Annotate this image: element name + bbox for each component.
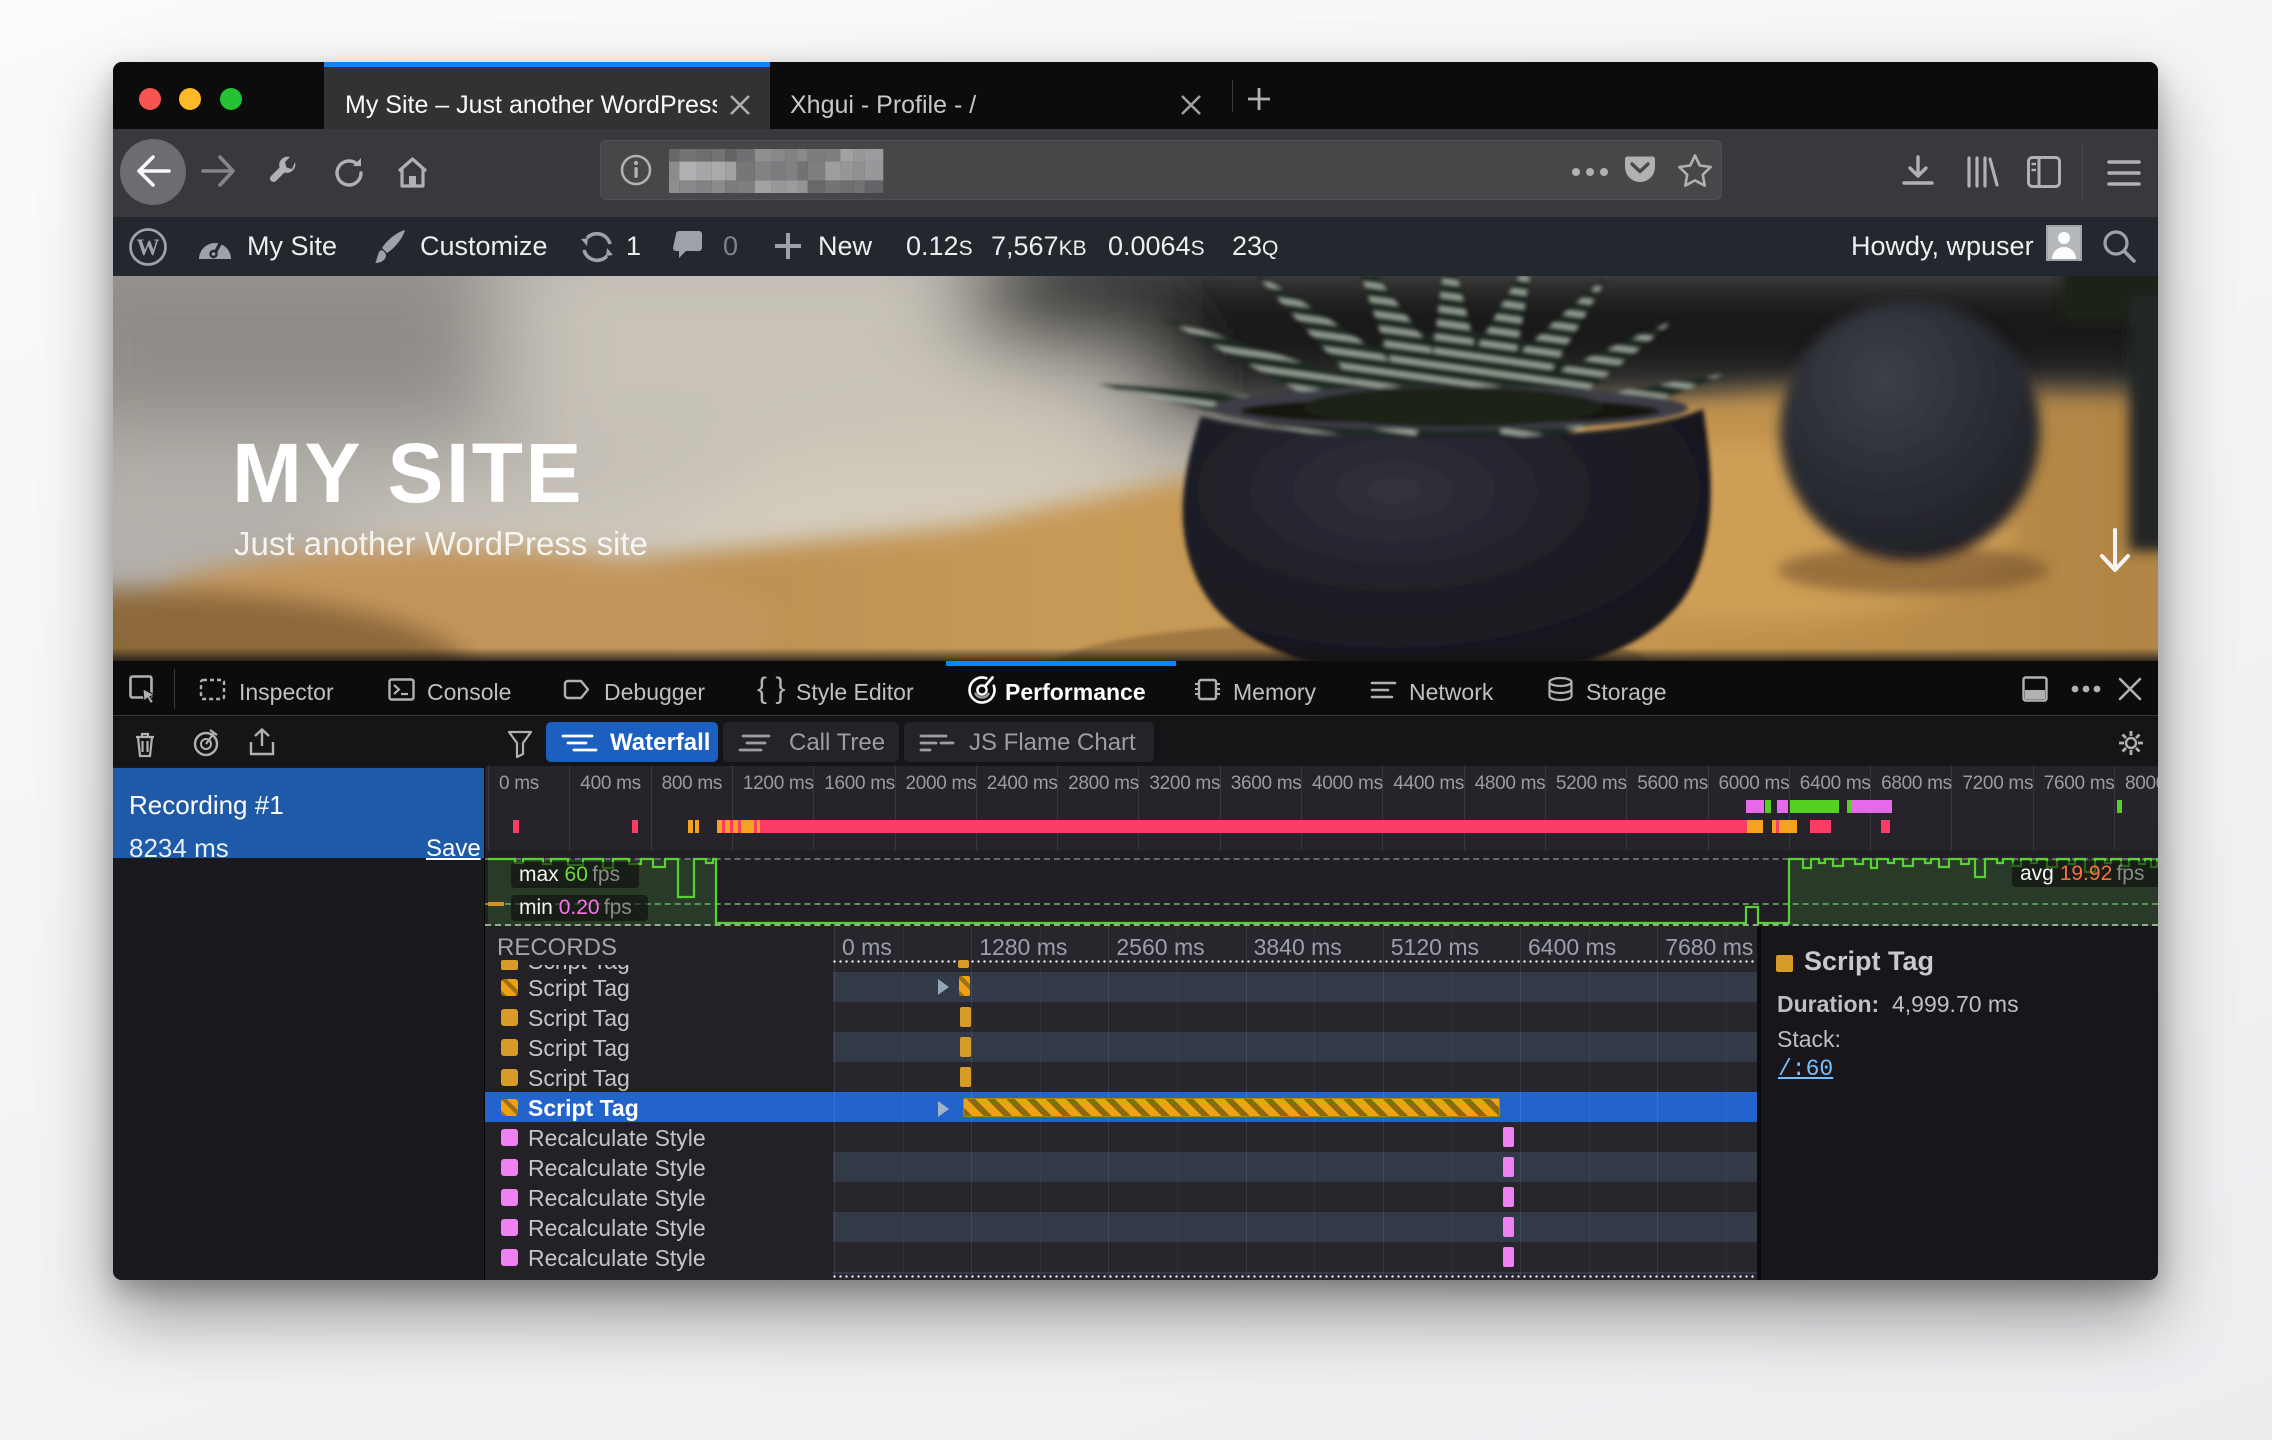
svg-text:W: W <box>137 235 160 260</box>
svg-text:{ }: { } <box>757 672 785 705</box>
